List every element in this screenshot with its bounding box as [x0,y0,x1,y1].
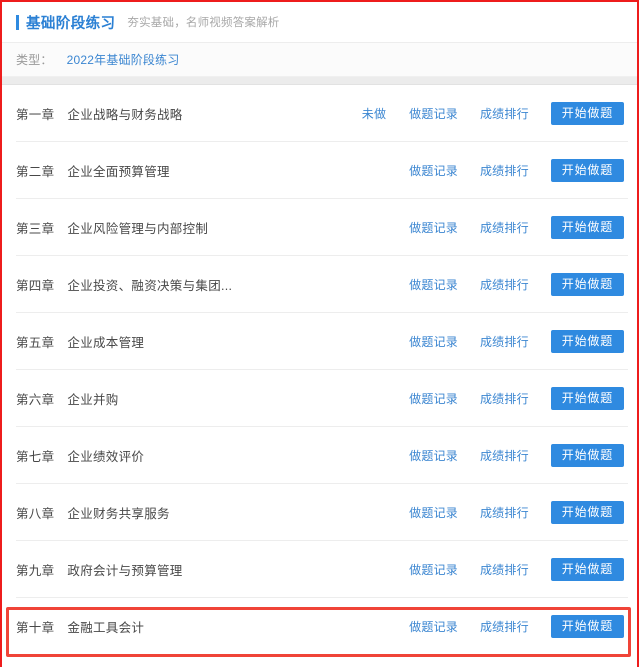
start-practice-button[interactable]: 开始做题 [550,273,624,296]
row-separator [16,654,628,655]
start-practice-button[interactable]: 开始做题 [550,615,624,638]
chapter-number: 第五章 [16,336,55,350]
start-practice-button[interactable]: 开始做题 [550,558,624,581]
chapter-number: 第四章 [16,279,55,293]
chapter-row: 第三章 企业风险管理与内部控制 做题记录 成绩排行 开始做题 [2,199,637,256]
score-ranking-link[interactable]: 成绩排行 [480,333,529,350]
chapter-title: 企业财务共享服务 [67,507,170,521]
chapter-row: 第五章 企业成本管理 做题记录 成绩排行 开始做题 [2,313,637,370]
type-filter-option-2022[interactable]: 2022年基础阶段练习 [67,51,180,68]
score-ranking-link[interactable]: 成绩排行 [480,390,529,407]
chapter-row-actions: 做题记录 成绩排行 开始做题 [409,615,624,638]
practice-record-link[interactable]: 做题记录 [409,561,458,578]
chapter-row-actions: 做题记录 成绩排行 开始做题 [409,501,624,524]
chapter-title: 企业绩效评价 [67,450,145,464]
score-ranking-link[interactable]: 成绩排行 [480,618,529,635]
chapter-title: 企业并购 [67,393,119,407]
score-ranking-link[interactable]: 成绩排行 [480,447,529,464]
chapter-row-actions: 做题记录 成绩排行 开始做题 [409,330,624,353]
chapter-row-actions: 做题记录 成绩排行 开始做题 [409,387,624,410]
practice-record-link[interactable]: 做题记录 [409,390,458,407]
chapter-row-actions: 做题记录 成绩排行 开始做题 [409,273,624,296]
chapter-number: 第二章 [16,165,55,179]
start-practice-button[interactable]: 开始做题 [550,501,624,524]
page-title: 基础阶段练习 [26,15,116,32]
chapter-row-actions: 做题记录 成绩排行 开始做题 [409,444,624,467]
chapter-title: 政府会计与预算管理 [67,564,183,578]
status-badge: 未做 [361,107,387,121]
chapter-title: 企业全面预算管理 [67,165,170,179]
section-divider [2,77,637,85]
chapter-number: 第八章 [16,507,55,521]
score-ranking-link[interactable]: 成绩排行 [480,105,529,122]
chapter-row: 第九章 政府会计与预算管理 做题记录 成绩排行 开始做题 [2,541,637,598]
score-ranking-link[interactable]: 成绩排行 [480,561,529,578]
practice-record-link[interactable]: 做题记录 [409,447,458,464]
practice-record-link[interactable]: 做题记录 [409,618,458,635]
practice-record-link[interactable]: 做题记录 [409,162,458,179]
chapter-number: 第一章 [16,108,55,122]
start-practice-button[interactable]: 开始做题 [550,159,624,182]
practice-record-link[interactable]: 做题记录 [409,333,458,350]
annotated-screenshot-frame: 基础阶段练习 夯实基础，名师视频答案解析 类型： 2022年基础阶段练习 第一章… [0,0,639,667]
type-filter-label: 类型： [16,53,53,67]
chapter-number: 第十章 [16,621,55,635]
practice-record-link[interactable]: 做题记录 [409,276,458,293]
chapter-row: 第六章 企业并购 做题记录 成绩排行 开始做题 [2,370,637,427]
page-subtitle: 夯实基础，名师视频答案解析 [127,17,280,29]
score-ranking-link[interactable]: 成绩排行 [480,276,529,293]
practice-record-link[interactable]: 做题记录 [409,105,458,122]
chapter-title: 企业成本管理 [67,336,145,350]
score-ranking-link[interactable]: 成绩排行 [480,162,529,179]
chapter-number: 第三章 [16,222,55,236]
chapter-title: 企业风险管理与内部控制 [67,222,209,236]
score-ranking-link[interactable]: 成绩排行 [480,219,529,236]
chapter-row: 第七章 企业绩效评价 做题记录 成绩排行 开始做题 [2,427,637,484]
chapter-row: 第四章 企业投资、融资决策与集团... 做题记录 成绩排行 开始做题 [2,256,637,313]
chapter-row: 第十章 金融工具会计 做题记录 成绩排行 开始做题 [2,598,637,655]
start-practice-button[interactable]: 开始做题 [550,216,624,239]
chapter-row-actions: 做题记录 成绩排行 开始做题 [409,216,624,239]
chapter-number: 第七章 [16,450,55,464]
practice-record-link[interactable]: 做题记录 [409,504,458,521]
chapter-row: 第二章 企业全面预算管理 做题记录 成绩排行 开始做题 [2,142,637,199]
chapter-row-actions: 做题记录 成绩排行 开始做题 [409,558,624,581]
type-filter-bar: 类型： 2022年基础阶段练习 [2,43,637,77]
chapter-list: 第一章 企业战略与财务战略 未做 做题记录 成绩排行 开始做题 第二章 企业全面预算管理 做题记… [2,85,637,655]
title-accent-bar [16,14,19,30]
page-header: 基础阶段练习 夯实基础，名师视频答案解析 [2,2,637,43]
score-ranking-link[interactable]: 成绩排行 [480,504,529,521]
start-practice-button[interactable]: 开始做题 [550,102,624,125]
chapter-title: 企业投资、融资决策与集团... [67,279,233,293]
start-practice-button[interactable]: 开始做题 [550,330,624,353]
start-practice-button[interactable]: 开始做题 [550,387,624,410]
chapter-number: 第六章 [16,393,55,407]
start-practice-button[interactable]: 开始做题 [550,444,624,467]
chapter-title: 企业战略与财务战略 [67,108,183,122]
chapter-row-actions: 做题记录 成绩排行 开始做题 [409,159,624,182]
chapter-row: 第八章 企业财务共享服务 做题记录 成绩排行 开始做题 [2,484,637,541]
chapter-title: 金融工具会计 [67,621,145,635]
practice-record-link[interactable]: 做题记录 [409,219,458,236]
chapter-number: 第九章 [16,564,55,578]
practice-page: 基础阶段练习 夯实基础，名师视频答案解析 类型： 2022年基础阶段练习 第一章… [2,2,637,667]
chapter-row-actions: 未做 做题记录 成绩排行 开始做题 [362,102,624,125]
chapter-row: 第一章 企业战略与财务战略 未做 做题记录 成绩排行 开始做题 [2,85,637,142]
